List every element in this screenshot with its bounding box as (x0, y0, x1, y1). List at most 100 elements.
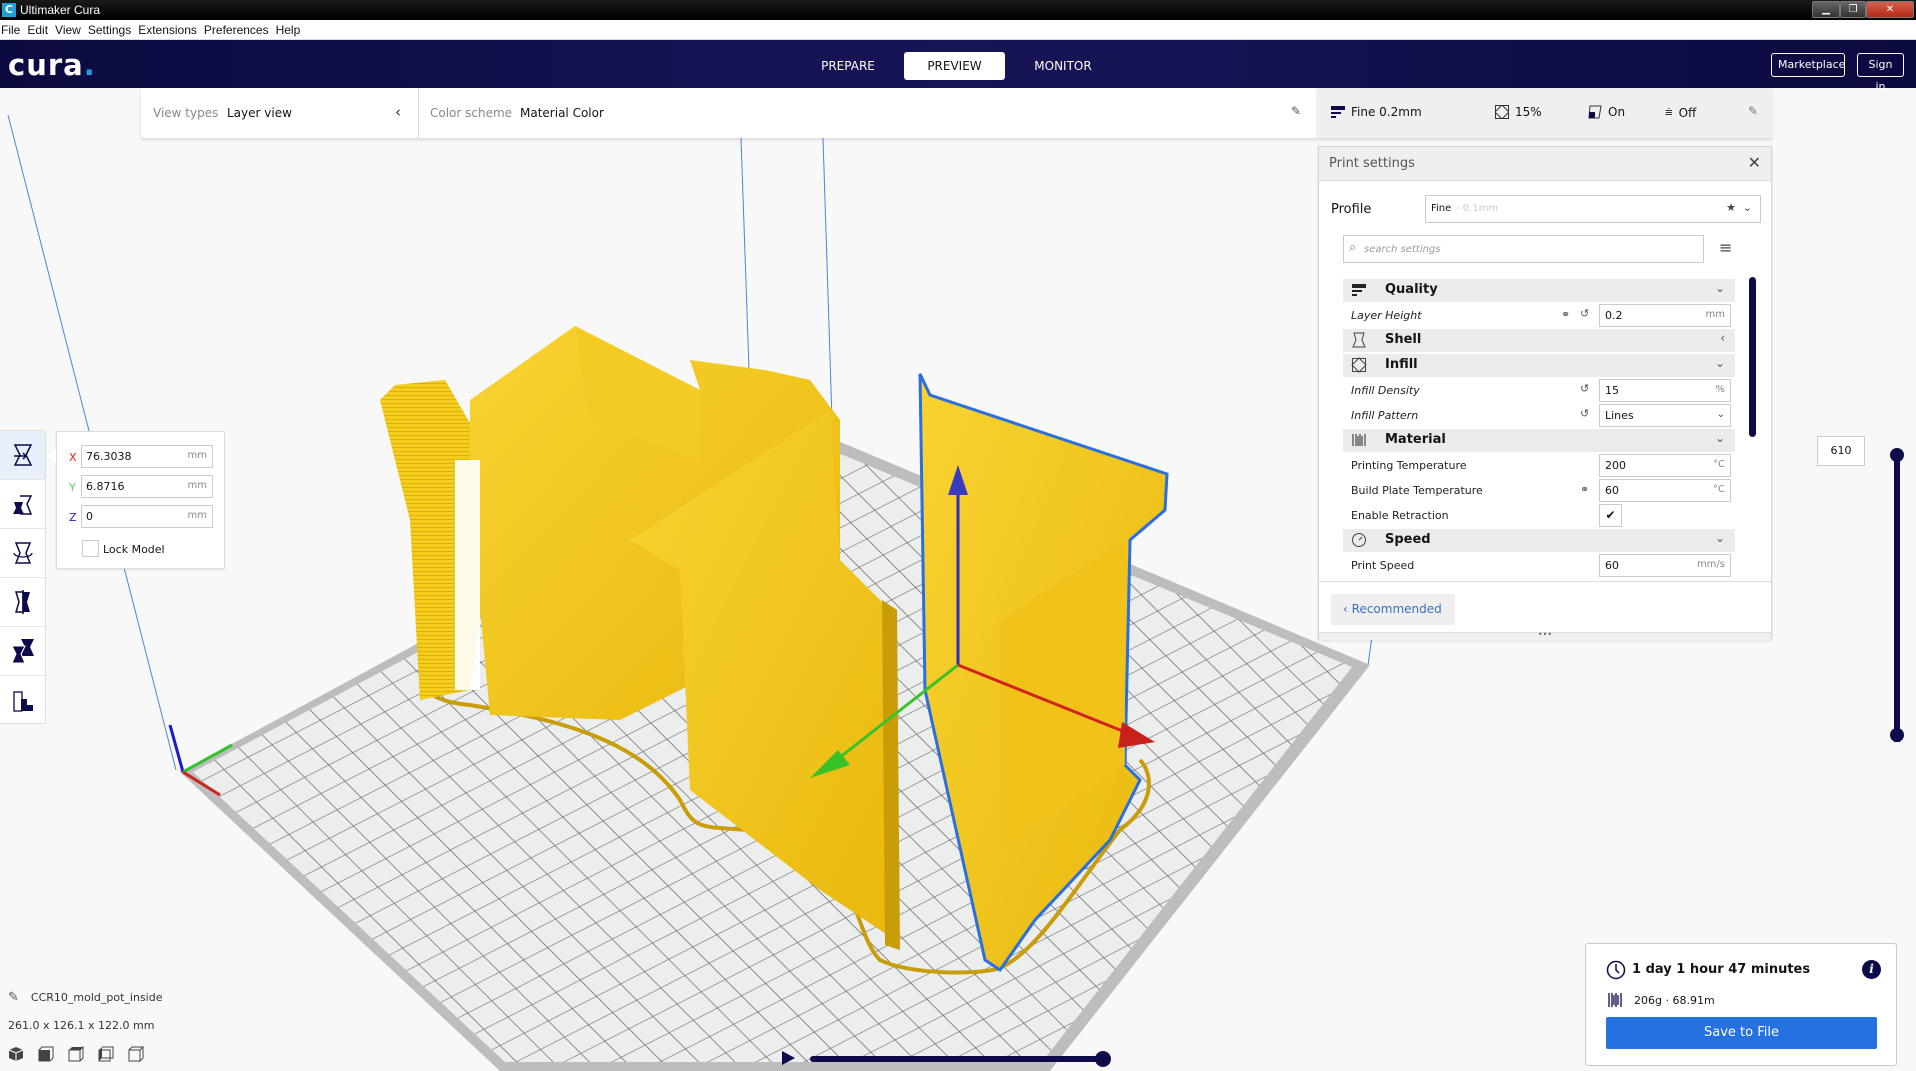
setting-label: Infill Density (1351, 384, 1420, 397)
pencil-icon[interactable]: ✎ (8, 990, 19, 1005)
category-label: Speed (1385, 532, 1431, 547)
lock-model-label: Lock Model (103, 543, 165, 556)
infill-icon (1351, 357, 1367, 373)
front-view-icon[interactable] (38, 1046, 54, 1062)
sign-in-button[interactable]: Sign in (1857, 53, 1904, 93)
profile-suffix: - 0.1mm (1456, 203, 1499, 214)
print-settings-panel: Print settings ✕ Profile Fine - 0.1mm ★ … (1318, 146, 1772, 640)
layer-slider[interactable] (1890, 448, 1904, 746)
support-summary: On (1608, 105, 1626, 119)
layer-number-input[interactable]: 610 (1817, 436, 1865, 466)
reset-icon[interactable]: ↺ (1580, 407, 1589, 420)
right-view-icon[interactable] (128, 1046, 144, 1062)
left-view-icon[interactable] (98, 1046, 114, 1062)
play-icon[interactable] (782, 1051, 795, 1065)
layer-slider-track[interactable] (1894, 455, 1900, 742)
layer-height-input[interactable]: 0.2 mm (1599, 304, 1731, 327)
restore-button[interactable]: ❐ (1840, 1, 1866, 18)
top-view-icon[interactable] (68, 1046, 84, 1062)
marketplace-button[interactable]: Marketplace (1771, 53, 1845, 77)
clock-icon (1606, 960, 1626, 980)
per-model-settings-button[interactable] (0, 627, 45, 676)
field-unit: mm (187, 450, 207, 461)
tab-prepare[interactable]: PREPARE (812, 52, 884, 80)
x-position-input[interactable]: 76.3038 mm (81, 445, 213, 468)
object-name[interactable]: CCR10_mold_pot_inside (31, 991, 163, 1004)
print-settings-summary[interactable]: Fine 0.2mm 15% On ⩧ Off ✎ (1317, 88, 1772, 138)
camera-view-buttons (8, 1046, 162, 1062)
view-types-select[interactable]: Layer view (227, 106, 292, 120)
pencil-icon[interactable]: ✎ (1748, 104, 1758, 118)
collapse-chevron-icon[interactable]: ‹ (395, 103, 401, 121)
setting-row-infill-density: Infill Density ↺ 15 % (1343, 378, 1735, 403)
checkmark-icon: ✔ (1605, 508, 1616, 522)
setting-label: Print Speed (1351, 559, 1415, 572)
menu-help[interactable]: Help (276, 23, 301, 37)
category-label: Infill (1385, 357, 1418, 372)
minimize-button[interactable]: ▁ (1812, 1, 1840, 18)
move-tool-button[interactable] (0, 431, 45, 480)
search-settings-input[interactable]: ⌕ search settings (1343, 235, 1704, 263)
close-window-button[interactable]: ✕ (1866, 1, 1914, 18)
category-infill[interactable]: Infill ⌄ (1343, 354, 1735, 377)
y-position-input[interactable]: 6.8716 mm (81, 475, 213, 498)
menu-settings[interactable]: Settings (88, 23, 131, 37)
field-unit: °C (1713, 459, 1725, 470)
color-scheme-select[interactable]: Material Color (520, 106, 604, 120)
z-axis-label: Z (69, 511, 77, 524)
pencil-icon[interactable]: ✎ (1291, 104, 1301, 118)
menu-extensions[interactable]: Extensions (138, 23, 197, 37)
layer-upper-handle[interactable] (1890, 448, 1904, 462)
menu-preferences[interactable]: Preferences (204, 23, 269, 37)
lock-model-checkbox[interactable] (82, 540, 99, 557)
panel-resize-handle[interactable]: ••• (1319, 631, 1771, 640)
setting-label: Enable Retraction (1351, 509, 1449, 522)
simulation-slider-handle[interactable] (1095, 1051, 1111, 1067)
menu-edit[interactable]: Edit (27, 23, 48, 37)
menu-view[interactable]: View (55, 23, 81, 37)
shell-icon (1352, 332, 1366, 348)
scale-tool-button[interactable] (0, 480, 45, 529)
simulation-slider-track[interactable] (810, 1056, 1103, 1062)
infill-pattern-select[interactable]: Lines ⌄ (1599, 404, 1731, 427)
link-icon: ⚭ (1580, 483, 1590, 496)
field-value: 15 (1605, 384, 1619, 397)
3d-view-icon[interactable] (8, 1046, 24, 1062)
tab-preview[interactable]: PREVIEW (904, 52, 1005, 80)
layer-lower-handle[interactable] (1890, 728, 1904, 742)
reset-icon[interactable]: ↺ (1580, 307, 1589, 320)
settings-scrollbar[interactable] (1749, 277, 1756, 437)
category-shell[interactable]: Shell ‹ (1343, 329, 1735, 352)
category-label: Quality (1385, 282, 1438, 297)
close-icon[interactable]: ✕ (1748, 153, 1761, 172)
profile-dropdown[interactable]: Fine - 0.1mm ★ ⌄ (1425, 195, 1761, 223)
chevron-down-icon: ⌄ (1714, 431, 1725, 445)
info-icon[interactable]: i (1862, 960, 1881, 979)
field-value: 0 (86, 510, 93, 523)
save-to-file-button[interactable]: Save to File (1606, 1017, 1877, 1049)
print-speed-input[interactable]: 60 mm/s (1599, 554, 1731, 577)
settings-menu-icon[interactable]: ≡ (1719, 238, 1732, 257)
chevron-left-icon: ‹ (1720, 331, 1725, 345)
support-blocker-button[interactable] (0, 676, 45, 725)
build-plate-temperature-input[interactable]: 60 °C (1599, 479, 1731, 502)
panel-pointer (47, 449, 56, 463)
infill-icon (1495, 105, 1509, 119)
tab-monitor[interactable]: MONITOR (1026, 52, 1100, 80)
rotate-tool-button[interactable] (0, 529, 45, 578)
category-speed[interactable]: Speed ⌄ (1343, 529, 1735, 552)
infill-density-input[interactable]: 15 % (1599, 379, 1731, 402)
star-icon[interactable]: ★ (1726, 201, 1736, 214)
enable-retraction-checkbox[interactable]: ✔ (1599, 504, 1622, 527)
field-unit: mm/s (1696, 559, 1725, 570)
printing-temperature-input[interactable]: 200 °C (1599, 454, 1731, 477)
recommended-button[interactable]: ‹ Recommended (1331, 594, 1455, 625)
reset-icon[interactable]: ↺ (1580, 382, 1589, 395)
menu-file[interactable]: File (1, 23, 20, 37)
category-quality[interactable]: Quality ⌄ (1343, 279, 1735, 302)
category-material[interactable]: Material ⌄ (1343, 429, 1735, 452)
view-toolbar: View types Layer view ‹ Color scheme Mat… (141, 88, 1317, 138)
z-position-input[interactable]: 0 mm (81, 505, 213, 528)
mirror-tool-button[interactable] (0, 578, 45, 627)
recommended-label: Recommended (1351, 602, 1442, 616)
